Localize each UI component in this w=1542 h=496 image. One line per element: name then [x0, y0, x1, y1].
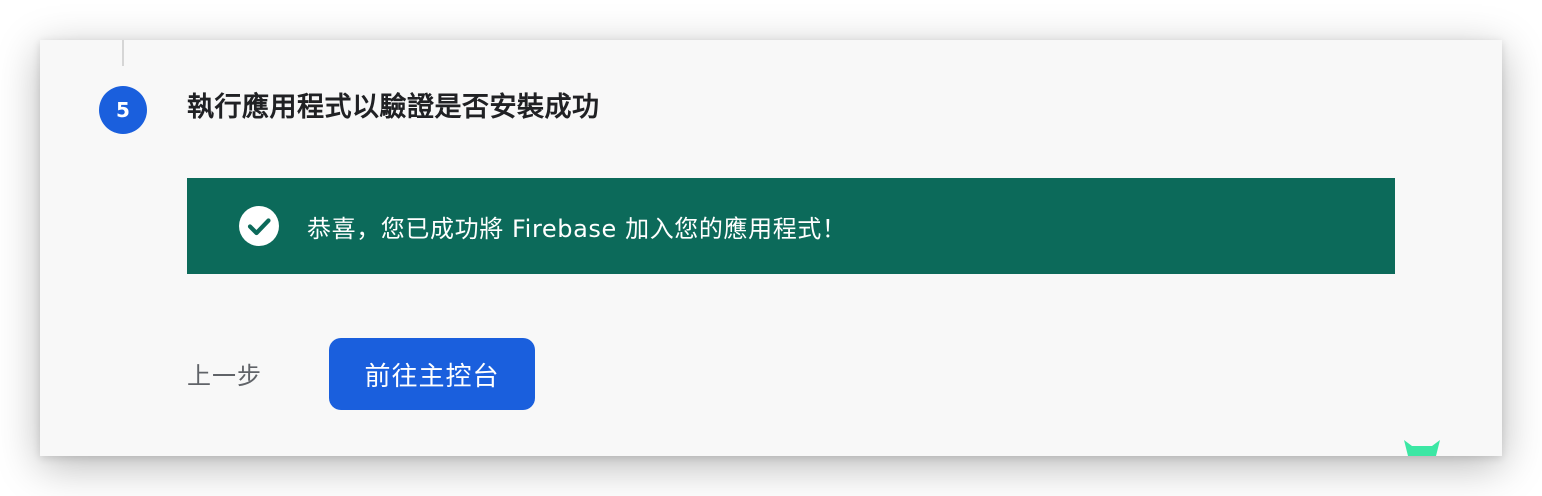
go-to-console-button[interactable]: 前往主控台: [329, 338, 535, 410]
setup-card: 5 執行應用程式以驗證是否安裝成功 恭喜，您已成功將 Firebase 加入您的…: [40, 40, 1502, 456]
success-message: 恭喜，您已成功將 Firebase 加入您的應用程式！: [307, 214, 847, 243]
back-button[interactable]: 上一步: [187, 358, 262, 394]
step-connector-line: [122, 40, 124, 66]
success-banner: 恭喜，您已成功將 Firebase 加入您的應用程式！: [187, 178, 1395, 274]
step-number-badge: 5: [99, 86, 147, 134]
check-circle-icon: [239, 206, 279, 246]
step-title: 執行應用程式以驗證是否安裝成功: [187, 92, 600, 123]
mascot-icon: [1404, 440, 1440, 456]
step-number: 5: [116, 98, 130, 122]
